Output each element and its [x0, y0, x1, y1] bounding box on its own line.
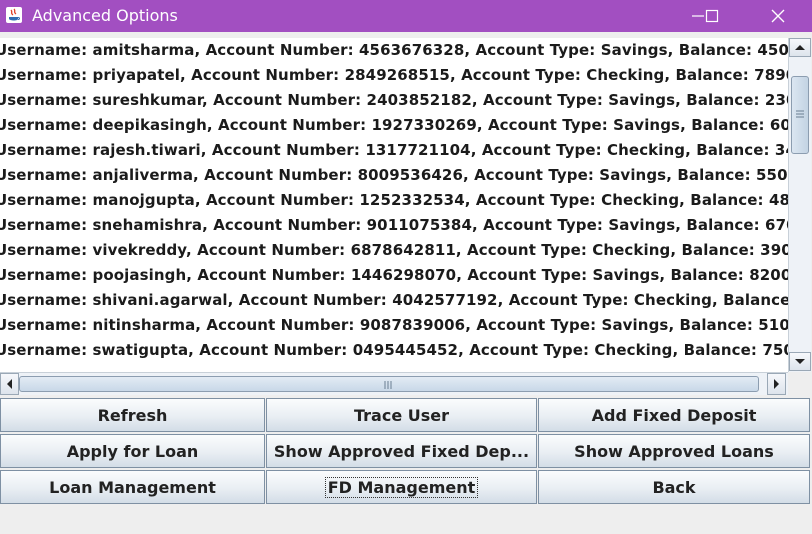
- show-approved-fixed-deposits-button[interactable]: Show Approved Fixed Dep...: [266, 434, 537, 468]
- scroll-up-button[interactable]: [789, 38, 811, 57]
- arrow-up-icon: [795, 45, 805, 50]
- list-item[interactable]: Username: nitinsharma, Account Number: 9…: [0, 313, 788, 338]
- vertical-scroll-thumb[interactable]: [791, 76, 809, 154]
- apply-for-loan-button[interactable]: Apply for Loan: [0, 434, 265, 468]
- maximize-button[interactable]: [690, 0, 734, 32]
- show-approved-loans-button-label: Show Approved Loans: [574, 441, 774, 461]
- title-bar: Advanced Options: [0, 0, 812, 32]
- close-button[interactable]: [756, 0, 800, 32]
- list-item-text: Username: manojgupta, Account Number: 12…: [0, 191, 788, 209]
- maximize-icon: [705, 9, 719, 23]
- loan-management-button-label: Loan Management: [49, 477, 216, 497]
- trace-user-button[interactable]: Trace User: [266, 398, 537, 432]
- back-button-label: Back: [652, 477, 696, 497]
- scroll-left-button[interactable]: [0, 373, 19, 395]
- list-item[interactable]: Username: vivekreddy, Account Number: 68…: [0, 238, 788, 263]
- list-item-text: Username: priyapatel, Account Number: 28…: [0, 66, 788, 84]
- grip-icon: [796, 110, 804, 118]
- list-item-text: Username: sureshkumar, Account Number: 2…: [0, 91, 788, 109]
- list-item[interactable]: Username: shivani.agarwal, Account Numbe…: [0, 288, 788, 313]
- list-item[interactable]: Username: anjaliverma, Account Number: 8…: [0, 163, 788, 188]
- back-button[interactable]: Back: [538, 470, 810, 504]
- list-item[interactable]: Username: sureshkumar, Account Number: 2…: [0, 88, 788, 113]
- list-item[interactable]: Username: deepikasingh, Account Number: …: [0, 113, 788, 138]
- accounts-list[interactable]: Username: amitsharma, Account Number: 45…: [0, 38, 788, 372]
- horizontal-scrollbar[interactable]: [0, 372, 788, 395]
- apply-for-loan-button-label: Apply for Loan: [66, 441, 199, 461]
- grip-icon: [384, 381, 392, 389]
- list-item-text: Username: rajesh.tiwari, Account Number:…: [0, 141, 788, 159]
- list-item-text: Username: swatigupta, Account Number: 04…: [0, 341, 788, 359]
- arrow-right-icon: [774, 379, 779, 389]
- list-item[interactable]: Username: rajesh.tiwari, Account Number:…: [0, 138, 788, 163]
- list-item[interactable]: Username: snehamishra, Account Number: 9…: [0, 213, 788, 238]
- window-title: Advanced Options: [32, 6, 178, 25]
- refresh-button-label: Refresh: [97, 405, 168, 425]
- list-item[interactable]: Username: manojgupta, Account Number: 12…: [0, 188, 788, 213]
- horizontal-scroll-thumb[interactable]: [19, 376, 759, 392]
- scroll-right-button[interactable]: [767, 373, 786, 395]
- scroll-down-button[interactable]: [789, 352, 811, 371]
- show-approved-loans-button[interactable]: Show Approved Loans: [538, 434, 810, 468]
- list-item-text: Username: deepikasingh, Account Number: …: [0, 116, 788, 134]
- list-item-text: Username: poojasingh, Account Number: 14…: [0, 266, 788, 284]
- java-app-icon: [6, 7, 22, 23]
- show-approved-fixed-deposits-button-label: Show Approved Fixed Dep...: [273, 441, 530, 461]
- scrollbar-corner: [788, 372, 810, 394]
- list-item[interactable]: Username: amitsharma, Account Number: 45…: [0, 38, 788, 63]
- list-item-text: Username: nitinsharma, Account Number: 9…: [0, 316, 788, 334]
- vertical-scrollbar[interactable]: [788, 38, 811, 372]
- list-item-text: Username: snehamishra, Account Number: 9…: [0, 216, 788, 234]
- add-fixed-deposit-button[interactable]: Add Fixed Deposit: [538, 398, 810, 432]
- arrow-down-icon: [795, 359, 805, 364]
- arrow-left-icon: [7, 379, 12, 389]
- list-item[interactable]: Username: priyapatel, Account Number: 28…: [0, 63, 788, 88]
- close-icon: [771, 9, 785, 23]
- list-item-text: Username: vivekreddy, Account Number: 68…: [0, 241, 788, 259]
- add-fixed-deposit-button-label: Add Fixed Deposit: [591, 405, 757, 425]
- list-item-text: Username: anjaliverma, Account Number: 8…: [0, 166, 788, 184]
- trace-user-button-label: Trace User: [353, 405, 449, 425]
- fd-management-button[interactable]: FD Management: [266, 470, 537, 504]
- list-item[interactable]: Username: swatigupta, Account Number: 04…: [0, 338, 788, 363]
- list-item-text: Username: shivani.agarwal, Account Numbe…: [0, 291, 788, 309]
- list-item-text: Username: amitsharma, Account Number: 45…: [0, 41, 788, 59]
- list-item[interactable]: Username: poojasingh, Account Number: 14…: [0, 263, 788, 288]
- refresh-button[interactable]: Refresh: [0, 398, 265, 432]
- loan-management-button[interactable]: Loan Management: [0, 470, 265, 504]
- fd-management-button-label: FD Management: [324, 476, 479, 498]
